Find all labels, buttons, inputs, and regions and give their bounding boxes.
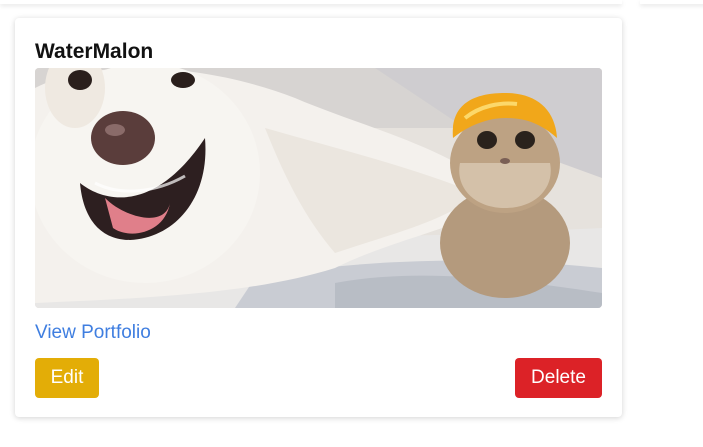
- delete-button[interactable]: Delete: [515, 358, 602, 398]
- adjacent-card-edge: [640, 0, 703, 4]
- card-image: [35, 68, 602, 308]
- view-portfolio-link[interactable]: View Portfolio: [35, 322, 151, 344]
- previous-card-edge: [0, 0, 622, 4]
- card-title: WaterMalon: [35, 40, 154, 63]
- top-shadow-strip: [0, 0, 703, 4]
- edit-button[interactable]: Edit: [35, 358, 99, 398]
- portfolio-card: WaterMalon View Portfolio Edit Delete: [15, 18, 622, 417]
